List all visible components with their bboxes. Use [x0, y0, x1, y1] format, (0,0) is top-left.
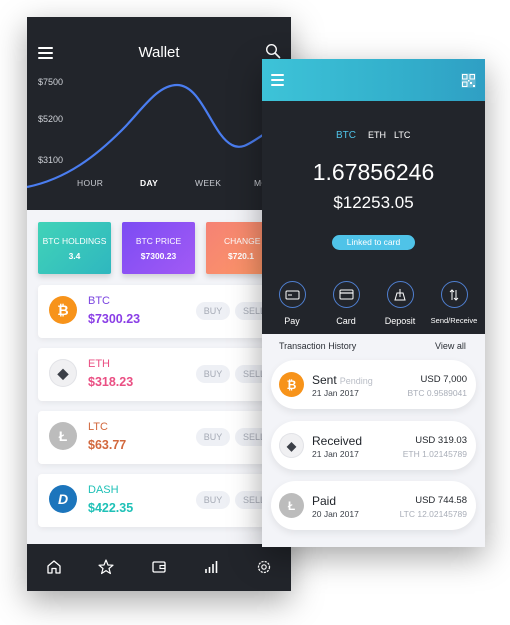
send-receive-action[interactable]: Send/Receive	[429, 281, 479, 325]
deposit-icon	[386, 281, 414, 308]
coin-symbol: DASH	[88, 484, 119, 496]
page-title: Wallet	[138, 44, 180, 61]
coin-price: $318.23	[88, 375, 134, 389]
menu-icon[interactable]	[271, 74, 284, 86]
range-tabs: HOUR DAY WEEK MO	[27, 178, 291, 192]
transaction-usd: USD 7,000	[420, 374, 467, 385]
deposit-action[interactable]: Deposit	[375, 281, 425, 326]
transaction-type-row: Sent Pending	[312, 373, 373, 387]
dash-icon: D	[49, 485, 77, 513]
stat-value: $7300.23	[140, 251, 177, 261]
bitcoin-icon: ₿	[279, 372, 304, 397]
card-action[interactable]: Card	[321, 281, 371, 326]
transaction-usd: USD 319.03	[415, 435, 467, 446]
coin-symbol: BTC	[88, 295, 110, 307]
stage: Wallet $7500 $5200 $3100 HOUR DAY WEEK M…	[0, 0, 510, 625]
qr-code-icon[interactable]	[461, 73, 476, 88]
wallet-icon[interactable]	[150, 558, 168, 576]
coin-detail-screen: BTC ETH LTC 1.67856246 $12253.05 Linked …	[262, 59, 485, 547]
pay-icon	[278, 281, 306, 308]
transaction-date: 20 Jan 2017	[312, 509, 359, 519]
chart-bars-icon[interactable]	[202, 558, 220, 576]
stat-label: BTC HOLDINGS	[42, 236, 107, 246]
stat-value: 3.4	[68, 251, 81, 261]
ethereum-icon: ◆	[279, 433, 304, 458]
usd-balance: $12253.05	[333, 193, 414, 212]
coin-price: $422.35	[88, 501, 134, 515]
litecoin-icon: Ł	[279, 493, 304, 518]
stat-card-price[interactable]: BTC PRICE $7300.23	[122, 222, 195, 274]
transaction-type: Received	[312, 434, 363, 448]
wallet-top-bar: Wallet	[27, 41, 291, 65]
buy-button[interactable]: BUY	[196, 491, 230, 509]
currency-tab-ltc[interactable]: LTC	[394, 130, 410, 140]
wallet-screen: Wallet $7500 $5200 $3100 HOUR DAY WEEK M…	[27, 17, 291, 591]
coin-row-eth[interactable]: ◆ ETH $318.23 BUY SELL	[38, 348, 291, 401]
currency-tab-eth[interactable]: ETH	[368, 130, 386, 140]
wallet-header-panel: Wallet $7500 $5200 $3100 HOUR DAY WEEK M…	[27, 17, 291, 210]
coin-symbol: LTC	[88, 421, 108, 433]
coin-row-ltc[interactable]: Ł LTC $63.77 BUY SELL	[38, 411, 291, 464]
range-tab-day[interactable]: DAY	[140, 178, 158, 188]
bottom-nav	[27, 544, 291, 591]
coin-row-btc[interactable]: ₿ BTC $7300.23 BUY SELL	[38, 285, 291, 338]
transaction-crypto: LTC 12.02145789	[399, 509, 467, 519]
transaction-history-title: Transaction History	[279, 341, 357, 351]
transaction-date: 21 Jan 2017	[312, 449, 359, 459]
range-tab-week[interactable]: WEEK	[195, 178, 221, 188]
range-tab-hour[interactable]: HOUR	[77, 178, 103, 188]
transaction-row-paid[interactable]: Ł Paid 20 Jan 2017 USD 744.58 LTC 12.021…	[271, 481, 476, 530]
action-label: Pay	[284, 316, 300, 326]
buy-button[interactable]: BUY	[196, 302, 230, 320]
search-icon[interactable]	[265, 43, 281, 59]
pay-action[interactable]: Pay	[267, 281, 317, 326]
transaction-usd: USD 744.58	[415, 495, 467, 506]
transaction-crypto: ETH 1.02145789	[402, 449, 467, 459]
action-label: Deposit	[384, 316, 416, 326]
coin-symbol: ETH	[88, 358, 110, 370]
pending-label: Pending	[339, 376, 373, 386]
ethereum-icon: ◆	[49, 359, 77, 387]
settings-icon[interactable]	[255, 558, 273, 576]
buy-button[interactable]: BUY	[196, 428, 230, 446]
star-icon[interactable]	[97, 558, 115, 576]
view-all-link[interactable]: View all	[435, 341, 466, 351]
send-receive-icon	[440, 281, 468, 308]
transaction-row-sent[interactable]: ₿ Sent Pending 21 Jan 2017 USD 7,000 BTC …	[271, 360, 476, 409]
coin-row-dash[interactable]: D DASH $422.35 BUY SELL	[38, 474, 291, 527]
linked-to-card-button[interactable]: Linked to card	[332, 235, 415, 250]
transaction-crypto: BTC 0.9589041	[407, 388, 467, 398]
price-chart	[27, 83, 291, 189]
coin-price: $7300.23	[88, 312, 141, 326]
price-line	[27, 83, 291, 189]
stat-label: BTC PRICE	[135, 236, 182, 246]
buy-button[interactable]: BUY	[196, 365, 230, 383]
litecoin-icon: Ł	[49, 422, 77, 450]
currency-tab-btc[interactable]: BTC	[336, 130, 356, 141]
crypto-balance: 1.67856246	[312, 159, 435, 185]
home-icon[interactable]	[45, 558, 63, 576]
coin-price: $63.77	[88, 438, 127, 452]
action-label: Card	[336, 316, 356, 326]
transaction-row-received[interactable]: ◆ Received 21 Jan 2017 USD 319.03 ETH 1.…	[271, 421, 476, 470]
stat-card-holdings[interactable]: BTC HOLDINGS 3.4	[38, 222, 111, 274]
card-icon	[332, 281, 360, 308]
transaction-type: Paid	[312, 494, 337, 508]
transaction-date: 21 Jan 2017	[312, 388, 359, 398]
coin-detail-top-bar	[262, 59, 485, 101]
bitcoin-icon: ₿	[49, 296, 77, 324]
transaction-type: Sent	[312, 373, 337, 387]
action-label: Send/Receive	[430, 316, 478, 325]
